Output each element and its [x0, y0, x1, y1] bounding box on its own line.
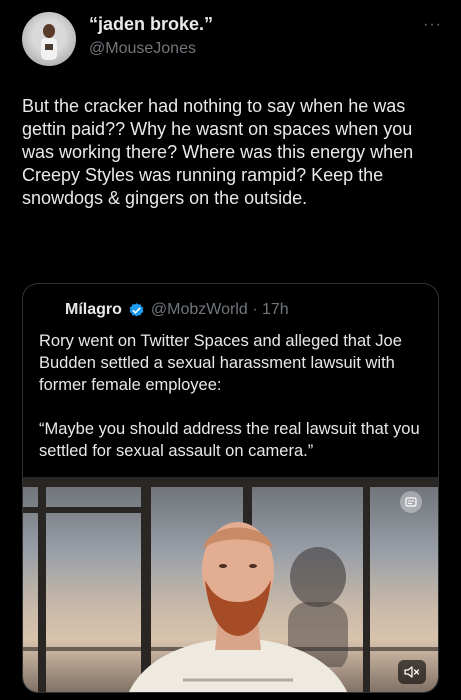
window-frame	[363, 477, 370, 692]
quoted-media-video[interactable]	[23, 477, 438, 692]
quoted-text: Rory went on Twitter Spaces and alleged …	[39, 330, 429, 462]
tweet-text: But the cracker had nothing to say when …	[22, 96, 414, 208]
quoted-tweet-header: Mílagro @MobzWorld · 17h	[39, 299, 289, 321]
quoted-avatar[interactable]	[39, 300, 59, 320]
tweet-header: “jaden broke.” @MouseJones ···	[22, 12, 442, 70]
quoted-handle-time[interactable]: @MobzWorld · 17h	[151, 301, 289, 319]
person-figure	[129, 522, 347, 692]
author-handle[interactable]: @MouseJones	[89, 40, 196, 58]
quoted-author-name[interactable]: Mílagro	[65, 301, 122, 319]
more-icon[interactable]: ···	[423, 16, 442, 34]
mute-glyph	[404, 666, 420, 678]
window-frame	[23, 477, 438, 487]
quoted-paragraph: Rory went on Twitter Spaces and alleged …	[39, 332, 402, 394]
avatar[interactable]	[22, 12, 76, 66]
avatar-figure	[41, 24, 57, 60]
author-name[interactable]: “jaden broke.”	[89, 14, 213, 35]
quoted-paragraph: “Maybe you should address the real lawsu…	[39, 420, 420, 460]
verified-badge-icon	[129, 302, 144, 317]
gif-badge-icon[interactable]	[400, 491, 422, 513]
quoted-tweet[interactable]: Mílagro @MobzWorld · 17h Rory went on Tw…	[22, 283, 439, 693]
mute-icon[interactable]	[398, 660, 426, 684]
badge-glyph	[405, 497, 417, 507]
